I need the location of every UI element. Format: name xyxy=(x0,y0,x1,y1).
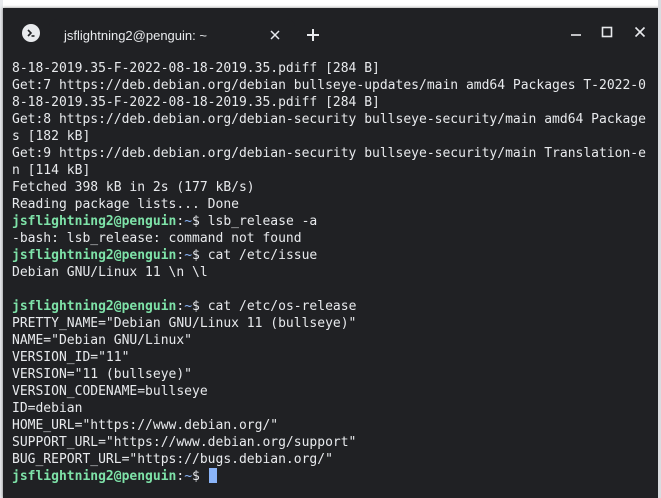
terminal-command-line: jsflightning2@penguin:~$ cat /etc/os-rel… xyxy=(12,298,661,315)
terminal-output-line: 8-18-2019.35-F-2022-08-18-2019.35.pdiff … xyxy=(12,95,380,110)
close-icon[interactable] xyxy=(265,25,285,45)
terminal-window: jsflightning2@penguin: ~ 8-18-2019.35-F-… xyxy=(3,8,661,498)
terminal-output[interactable]: 8-18-2019.35-F-2022-08-18-2019.35.pdiff … xyxy=(12,60,661,498)
prompt-path: ~ xyxy=(184,299,193,314)
terminal-command-line: jsflightning2@penguin:~$ cat /etc/issue xyxy=(12,247,661,264)
terminal-output-line: Get:9 https://deb.debian.org/debian-secu… xyxy=(12,146,646,161)
terminal-output-line: SUPPORT_URL="https://www.debian.org/supp… xyxy=(12,435,357,450)
window-close-icon xyxy=(634,26,646,38)
terminal-output-line: Debian GNU/Linux 11 \n \l xyxy=(12,265,208,280)
terminal-output-line: ID=debian xyxy=(12,401,83,416)
terminal-output-line: Reading package lists... Done xyxy=(12,197,239,212)
terminal-output-line: Get:7 https://deb.debian.org/debian bull… xyxy=(12,78,646,93)
maximize-button[interactable] xyxy=(597,22,617,42)
tab-title: jsflightning2@penguin: ~ xyxy=(64,28,207,43)
tab-terminal[interactable]: jsflightning2@penguin: ~ xyxy=(49,19,295,54)
minimize-icon xyxy=(571,34,581,36)
terminal-output-line: VERSION_ID="11" xyxy=(12,350,130,365)
terminal-output-line: Fetched 398 kB in 2s (177 kB/s) xyxy=(12,180,255,195)
prompt-user: jsflightning2@penguin xyxy=(12,248,177,263)
terminal-output-line: VERSION="11 (bullseye)" xyxy=(12,367,193,382)
terminal-output-line: NAME="Debian GNU/Linux" xyxy=(12,333,193,348)
tab-bar: jsflightning2@penguin: ~ xyxy=(3,8,661,54)
terminal-command-line: jsflightning2@penguin:~$ xyxy=(12,468,661,485)
plus-icon xyxy=(307,29,319,41)
prompt-path: ~ xyxy=(184,248,193,263)
terminal-output-line: BUG_REPORT_URL="https://bugs.debian.org/… xyxy=(12,452,333,467)
terminal-command-line: jsflightning2@penguin:~$ lsb_release -a xyxy=(12,213,661,230)
terminal-output-line: Get:8 https://deb.debian.org/debian-secu… xyxy=(12,112,646,127)
window-close-button[interactable] xyxy=(630,22,650,42)
prompt-path: ~ xyxy=(184,214,193,229)
command-text: cat /etc/issue xyxy=(207,248,318,263)
terminal-cursor xyxy=(208,468,217,483)
prompt-user: jsflightning2@penguin xyxy=(12,299,177,314)
terminal-output-line: 8-18-2019.35-F-2022-08-18-2019.35.pdiff … xyxy=(12,61,380,76)
new-tab-button[interactable] xyxy=(303,25,323,45)
maximize-icon xyxy=(601,26,613,38)
terminal-output-line: PRETTY_NAME="Debian GNU/Linux 11 (bullse… xyxy=(12,316,357,331)
minimize-button[interactable] xyxy=(566,22,586,42)
prompt-path: ~ xyxy=(184,469,193,484)
prompt-user: jsflightning2@penguin xyxy=(12,214,177,229)
terminal-output-line: HOME_URL="https://www.debian.org/" xyxy=(12,418,279,433)
prompt-symbol: $ xyxy=(192,469,208,484)
command-text: cat /etc/os-release xyxy=(207,299,357,314)
terminal-app-icon xyxy=(22,24,40,42)
prompt-symbol: $ xyxy=(192,248,208,263)
command-text: lsb_release -a xyxy=(207,214,318,229)
terminal-output-line: n [114 kB] xyxy=(12,163,91,178)
terminal-output-line: s [182 kB] xyxy=(12,129,91,144)
terminal-output-line: -bash: lsb_release: command not found xyxy=(12,231,302,246)
prompt-symbol: $ xyxy=(192,299,208,314)
terminal-output-line: VERSION_CODENAME=bullseye xyxy=(12,384,208,399)
prompt-symbol: $ xyxy=(192,214,208,229)
prompt-user: jsflightning2@penguin xyxy=(12,469,177,484)
